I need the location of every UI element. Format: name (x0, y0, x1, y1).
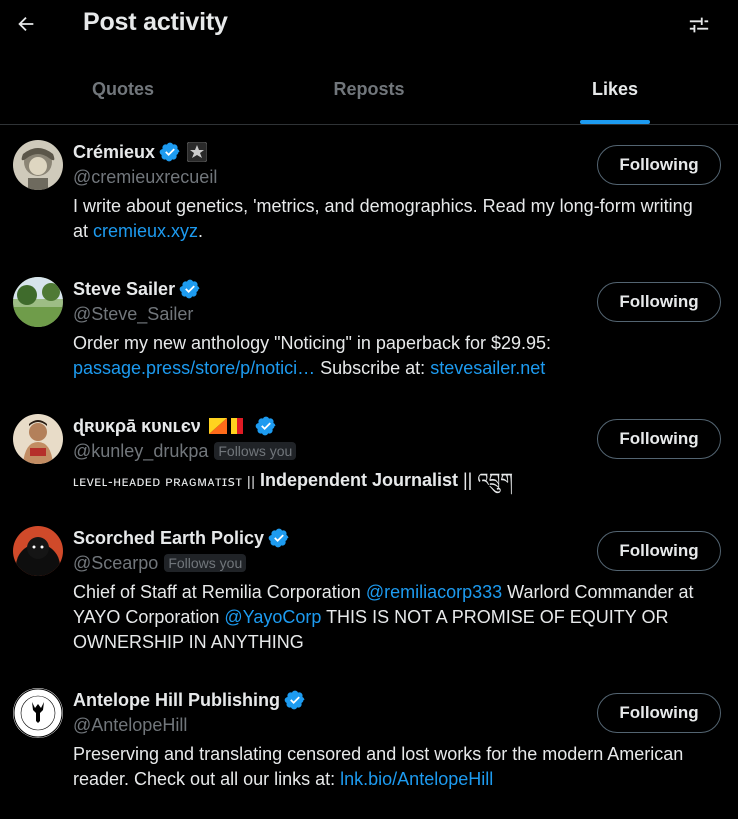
tab-active-indicator (580, 120, 650, 124)
user-bio: Preserving and translating censored and … (73, 744, 684, 789)
user-handle: @Steve_Sailer (73, 303, 194, 324)
following-button[interactable]: Following (597, 145, 721, 185)
user-handle: @kunley_drukpa (73, 440, 209, 461)
verified-badge-icon (179, 279, 200, 299)
user-bio: Chief of Staff at Remilia Corporation @r… (73, 582, 694, 652)
user-name[interactable]: Scorched Earth Policy (73, 528, 264, 549)
filter-button[interactable] (688, 14, 710, 36)
user-name[interactable]: Steve Sailer (73, 279, 175, 300)
back-button[interactable] (14, 12, 38, 36)
tab-reposts[interactable]: Reposts (246, 54, 492, 124)
tab-likes[interactable]: Likes (492, 54, 738, 124)
affiliate-badge-icon (187, 142, 208, 162)
list-item[interactable]: Antelope Hill Publishing @AntelopeHill P… (0, 673, 738, 803)
header: Post activity (0, 0, 738, 54)
verified-badge-icon (255, 416, 276, 436)
following-button[interactable]: Following (597, 531, 721, 571)
follows-you-badge: Follows you (164, 554, 247, 572)
bio-link[interactable]: lnk.bio/AntelopeHill (340, 769, 493, 789)
avatar[interactable] (13, 414, 63, 464)
flag-icon (207, 416, 251, 436)
avatar[interactable] (13, 140, 63, 190)
user-name[interactable]: ɖʀυĸρā̄ ĸυɴʟєν (73, 416, 201, 437)
tab-quotes[interactable]: Quotes (0, 54, 246, 124)
bio-link[interactable]: stevesailer.net (430, 358, 545, 378)
sliders-icon (689, 17, 709, 33)
avatar[interactable] (13, 688, 63, 738)
user-handle: @AntelopeHill (73, 714, 188, 735)
list-item[interactable]: Crémieux @cremieuxrecueil I write about … (0, 125, 738, 262)
list-item[interactable]: Scorched Earth Policy @Scearpo Follows yo… (0, 511, 738, 673)
user-name[interactable]: Antelope Hill Publishing (73, 690, 280, 711)
list-item[interactable]: ɖʀυĸρā̄ ĸυɴʟєν @kunley_drukpa Follows you… (0, 399, 738, 511)
user-name[interactable]: Crémieux (73, 142, 155, 163)
user-bio: I write about genetics, 'metrics, and de… (73, 196, 693, 241)
user-handle: @Scearpo (73, 552, 159, 573)
following-button[interactable]: Following (597, 419, 721, 459)
following-button[interactable]: Following (597, 693, 721, 733)
verified-badge-icon (268, 528, 289, 548)
follows-you-badge: Follows you (214, 442, 297, 460)
bio-link[interactable]: passage.press/store/p/notici… (73, 358, 315, 378)
bio-mention[interactable]: @remiliacorp333 (366, 582, 502, 602)
following-button[interactable]: Following (597, 282, 721, 322)
arrow-left-icon (18, 16, 34, 32)
user-bio: Order my new anthology "Noticing" in pap… (73, 333, 552, 378)
bio-link[interactable]: cremieux.xyz (93, 221, 198, 241)
bio-mention[interactable]: @YayoCorp (224, 607, 321, 627)
list-item[interactable]: Steve Sailer @Steve_Sailer Order my new … (0, 262, 738, 399)
user-list: Crémieux @cremieuxrecueil I write about … (0, 125, 738, 803)
user-handle: @cremieuxrecueil (73, 166, 218, 187)
user-bio: ʟᴇᴠᴇʟ-ʜᴇᴀᴅᴇᴅ ᴘʀᴀɢᴍᴀᴛɪꜱᴛ || Independent J… (73, 470, 513, 490)
verified-badge-icon (159, 142, 180, 162)
tab-bar: Quotes Reposts Likes (0, 54, 738, 125)
avatar[interactable] (13, 526, 63, 576)
verified-badge-icon (284, 690, 305, 710)
page-title: Post activity (83, 8, 228, 36)
avatar[interactable] (13, 277, 63, 327)
